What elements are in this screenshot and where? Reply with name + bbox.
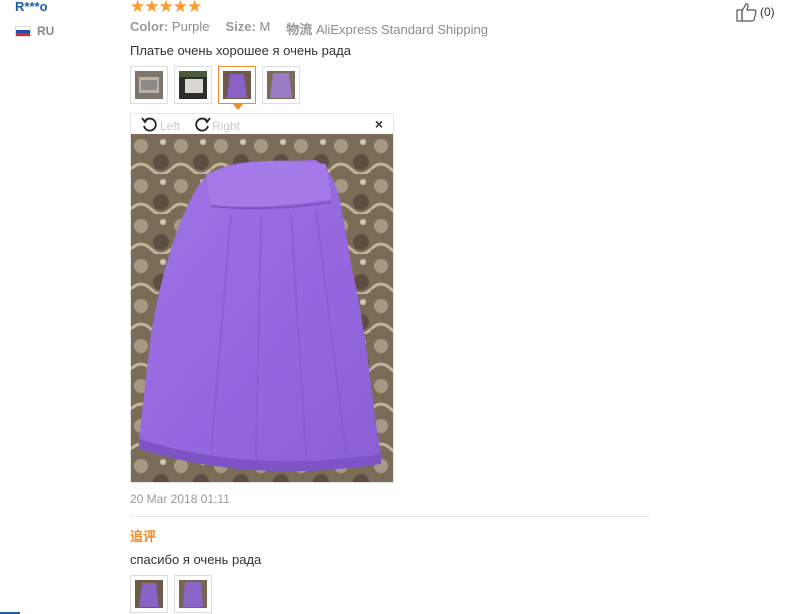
rating-stars: ★★★★★ (130, 0, 202, 16)
followup-text: спасибо я очень рада (130, 552, 262, 567)
close-viewer-button[interactable]: × (375, 116, 383, 132)
rotate-right-label: Right (212, 118, 241, 133)
rotate-right-button[interactable]: Right (193, 115, 240, 136)
order-details: Color: Purple Size: M 物流 AliExpress Stan… (130, 19, 488, 38)
review-date: 20 Mar 2018 01:11 (130, 492, 230, 506)
photo-thumbnail-3[interactable] (218, 66, 256, 110)
russia-flag-icon (15, 25, 31, 37)
shipping-detail: 物流 AliExpress Standard Shipping (286, 22, 488, 37)
thumbs-up-icon (736, 2, 758, 22)
review-text: Платье очень хорошее я очень рада (130, 43, 351, 58)
viewer-toolbar: Left Right × (131, 114, 393, 134)
image-viewer: Left Right × (130, 113, 394, 483)
followup-title: 追评 (130, 529, 157, 544)
photo-thumbnail-4[interactable] (262, 66, 300, 104)
rotate-left-icon (141, 115, 159, 136)
divider (130, 516, 650, 517)
size-detail: Size: M (225, 19, 271, 34)
helpful-button[interactable]: (0) (736, 2, 775, 22)
photo-thumbnail-1[interactable] (130, 66, 168, 104)
reviewer-name[interactable]: R***o (15, 0, 48, 14)
followup-thumbnails (130, 575, 212, 613)
review-photo (131, 134, 393, 482)
country-code: RU (37, 24, 55, 38)
rotate-left-label: Left (160, 118, 181, 133)
reviewer-country: RU (15, 24, 54, 38)
followup-thumbnail-1[interactable] (130, 575, 168, 613)
helpful-count: (0) (760, 5, 775, 19)
photo-thumbnail-2[interactable] (174, 66, 212, 104)
color-detail: Color: Purple (130, 19, 210, 34)
rotate-right-icon (193, 115, 211, 136)
followup-thumbnail-2[interactable] (174, 575, 212, 613)
photo-thumbnails (130, 66, 300, 110)
rotate-left-button[interactable]: Left (141, 115, 180, 136)
